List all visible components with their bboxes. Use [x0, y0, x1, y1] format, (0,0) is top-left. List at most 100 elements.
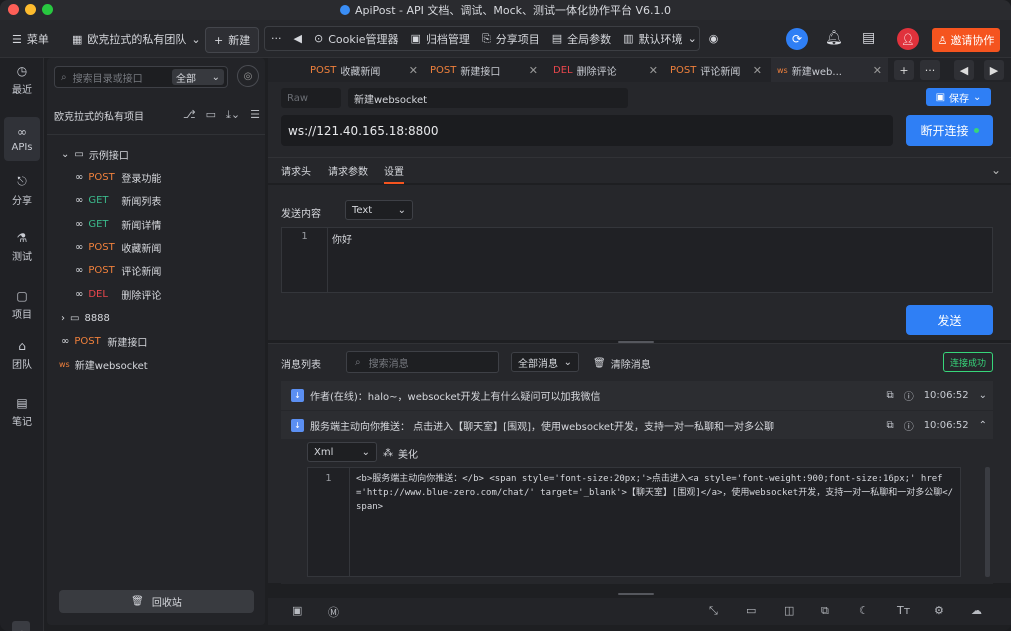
message-row[interactable]: ↓ 服务端主动向你推送： 点击进入【聊天室】[围观]，使用websocket开发… — [281, 411, 993, 440]
font-size-icon[interactable]: Tт — [897, 604, 910, 617]
tab-more-button[interactable]: ··· — [920, 60, 940, 80]
share-project-button[interactable]: ⎘ 分享项目 — [482, 31, 540, 47]
disconnect-button[interactable]: 断开连接 — [906, 115, 993, 146]
add-tab-button[interactable]: + — [894, 60, 914, 80]
tab-item[interactable]: POST 收藏新闻 ✕ — [304, 58, 424, 82]
zoom-window-button[interactable] — [42, 4, 53, 15]
sync-icon[interactable]: ⟳ — [786, 28, 808, 50]
url-input[interactable]: ws://121.40.165.18:8800 — [281, 115, 893, 146]
tree-item[interactable]: ∞ POST 收藏新闻 — [75, 237, 161, 257]
team-selector[interactable]: ▦ 欧克拉式的私有团队 ⌄ — [72, 31, 201, 47]
tree-folder-examples[interactable]: ⌄ ▭ 示例接口 — [61, 144, 129, 164]
message-editor[interactable]: 1 你好 — [281, 227, 993, 293]
split-icon[interactable]: ◫ — [784, 604, 794, 617]
close-icon[interactable]: ✕ — [409, 64, 418, 77]
tree-item[interactable]: ∞ DEL 删除评论 — [75, 284, 161, 304]
beautify-button[interactable]: ⁂ 美化 — [383, 446, 418, 461]
environment-selector[interactable]: ▥ 默认环境 ⌄ — [623, 31, 697, 47]
tab-params[interactable]: 请求参数 — [328, 163, 368, 178]
console-icon[interactable]: ▭ — [746, 604, 756, 617]
invite-button[interactable]: ♙ 邀请协作 — [932, 28, 1000, 52]
add-folder-icon[interactable]: ▭ — [206, 108, 216, 122]
rail-item-project[interactable]: ▢ 项目 — [0, 283, 44, 327]
more-button[interactable]: ··· — [271, 32, 282, 45]
info-icon[interactable]: ⓘ — [904, 388, 914, 403]
global-params-button[interactable]: ▤ 全局参数 — [552, 31, 611, 47]
send-button[interactable]: 发送 — [906, 305, 993, 335]
method-badge: POST — [74, 335, 101, 347]
tree-item[interactable]: ∞ POST 评论新闻 — [75, 260, 161, 280]
request-name-input[interactable]: 新建websocket — [348, 88, 628, 108]
compress-icon[interactable]: ⤡ — [709, 604, 718, 618]
bell-icon[interactable]: 🔔︎ — [825, 30, 843, 46]
tree-search-input[interactable]: ⌕ 搜索目录或接口 全部 ⌄ — [54, 66, 228, 88]
markdown-icon[interactable]: Ⓜ — [328, 604, 339, 620]
message-code-viewer[interactable]: 1 <b>服务端主动向你推送：</b> <span style='font-si… — [307, 467, 961, 577]
close-icon[interactable]: ✕ — [529, 64, 538, 77]
add-api-icon[interactable]: ⎇ — [183, 108, 196, 122]
rail-item-recent[interactable]: ◷ 最近 — [0, 58, 44, 102]
import-icon[interactable]: ⤓⌄ — [226, 108, 240, 122]
protocol-selector[interactable]: Raw — [281, 88, 341, 108]
scrollbar[interactable] — [985, 467, 990, 577]
close-window-button[interactable] — [8, 4, 19, 15]
eye-icon[interactable]: ◉ — [709, 32, 719, 45]
new-button[interactable]: + 新建 — [205, 27, 260, 53]
tab-item[interactable]: POST 新建接口 ✕ — [424, 58, 544, 82]
cookie-manager-button[interactable]: ⊙ Cookie管理器 — [314, 31, 399, 47]
tree-folder-8888[interactable]: › ▭ 8888 — [61, 308, 110, 328]
notes-icon[interactable]: ▤ — [862, 30, 875, 46]
chevron-up-icon[interactable]: ⌃ — [979, 420, 987, 431]
message-row[interactable]: ↓ 作者(在线)：halo~，websocket开发上有什么疑问可以加我微信 ⧉… — [281, 381, 993, 410]
env-label: 默认环境 — [638, 32, 683, 46]
archive-button[interactable]: ▣ 归档管理 — [411, 31, 470, 47]
menu-button[interactable]: ☰ 菜单 — [12, 31, 49, 47]
rail-item-test[interactable]: ⚗ 测试 — [0, 225, 44, 269]
clear-messages-button[interactable]: 🗑︎ 清除消息 — [593, 356, 651, 371]
close-icon[interactable]: ✕ — [649, 64, 658, 77]
cloud-icon[interactable]: ☁ — [971, 604, 982, 617]
tab-item[interactable]: DEL 删除评论 ✕ — [547, 58, 664, 82]
moon-icon[interactable]: ☾ — [859, 604, 869, 617]
chevron-down-icon[interactable]: ⌄ — [991, 163, 1001, 177]
rail-item-team[interactable]: ⌂ 团队 — [0, 333, 44, 377]
tab-item[interactable]: POST 评论新闻 ✕ — [664, 58, 768, 82]
tree-item[interactable]: ∞ POST 新建接口 — [61, 331, 147, 351]
folder-icon: ▭ — [74, 148, 84, 160]
message-search-input[interactable]: ⌕ 搜索消息 — [346, 351, 499, 373]
tree-item[interactable]: ∞ GET 新闻详情 — [75, 214, 161, 234]
scope-selector[interactable]: 全部 ⌄ — [172, 69, 224, 85]
rail-item-apis[interactable]: ∞ APIs — [4, 117, 40, 161]
minimize-window-button[interactable] — [25, 4, 36, 15]
info-icon[interactable]: ⓘ — [904, 418, 914, 433]
resize-handle[interactable] — [618, 593, 654, 595]
collapse-sidebar-button[interactable]: ‹ — [12, 621, 30, 631]
view-format-selector[interactable]: Xml ⌄ — [307, 442, 377, 462]
tab-prev-button[interactable]: ◀ — [954, 60, 974, 80]
rail-item-share[interactable]: ⎋ 分享 — [0, 168, 44, 212]
close-icon[interactable]: ✕ — [753, 64, 762, 77]
tab-next-button[interactable]: ▶ — [984, 60, 1004, 80]
tab-headers[interactable]: 请求头 — [281, 163, 311, 178]
message-filter-selector[interactable]: 全部消息 ⌄ — [511, 352, 579, 372]
close-icon[interactable]: ✕ — [873, 64, 882, 77]
tree-item[interactable]: ws 新建websocket — [59, 354, 148, 374]
chevron-down-icon[interactable]: ⌄ — [979, 390, 987, 401]
tab-settings[interactable]: 设置 — [384, 163, 404, 184]
avatar[interactable]: 👤︎ — [897, 28, 919, 50]
tree-item[interactable]: ∞ POST 登录功能 — [75, 167, 161, 187]
rail-item-notes[interactable]: ▤ 笔记 — [0, 390, 44, 434]
gear-icon[interactable]: ⚙ — [934, 604, 944, 617]
layout-icon[interactable]: ▣ — [292, 604, 302, 617]
locate-icon[interactable]: ◎ — [237, 65, 259, 87]
copy-icon[interactable]: ⧉ — [887, 390, 894, 401]
copy-icon[interactable]: ⧉ — [887, 420, 894, 431]
trash-button[interactable]: 🗑︎ 回收站 — [59, 590, 254, 613]
tab-item[interactable]: ws 新建web... ✕ — [771, 58, 888, 82]
format-selector[interactable]: Text ⌄ — [345, 200, 413, 220]
save-button[interactable]: ▣ 保存 ⌄ — [926, 88, 991, 106]
copy-icon[interactable]: ⧉ — [821, 604, 829, 618]
collapse-left-icon[interactable]: ◀ — [294, 32, 302, 45]
sort-icon[interactable]: ☰ — [250, 108, 260, 122]
tree-item[interactable]: ∞ GET 新闻列表 — [75, 190, 161, 210]
